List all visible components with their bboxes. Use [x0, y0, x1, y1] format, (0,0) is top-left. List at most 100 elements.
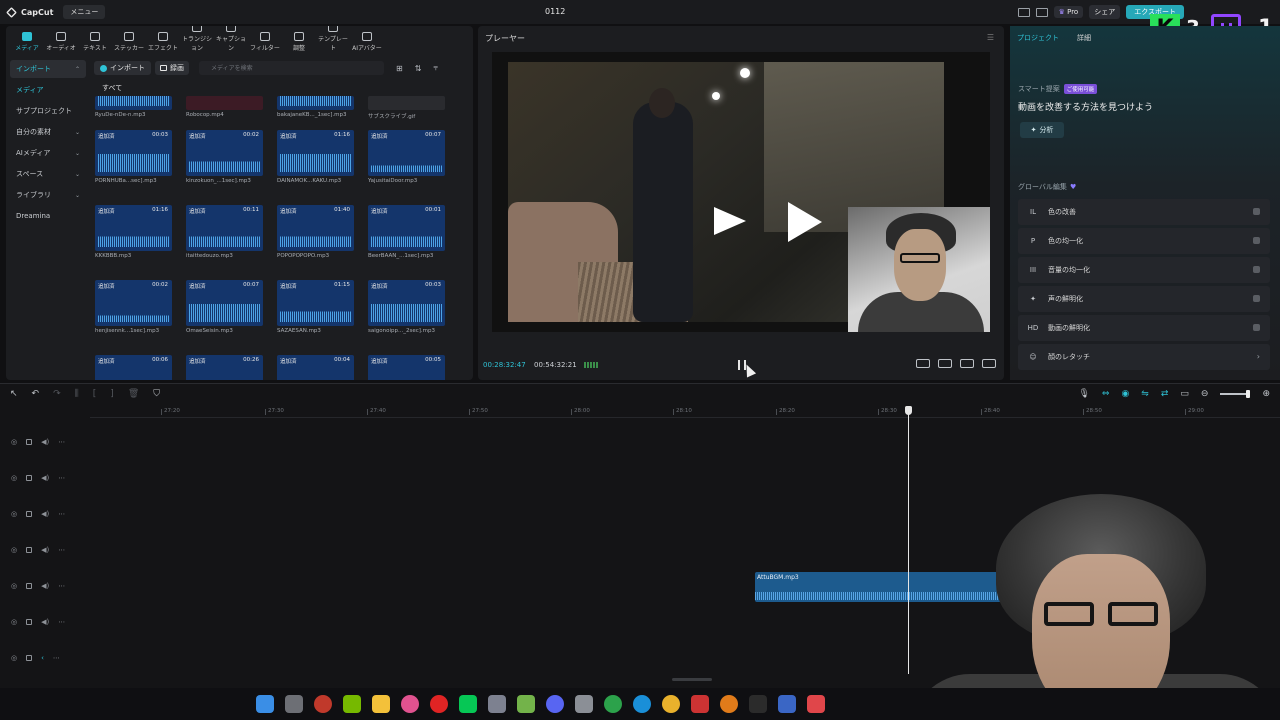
caption-icon[interactable]: ▭ [1180, 389, 1189, 399]
media-item[interactable]: RyuDe-nDe-n.mp3 [95, 96, 172, 118]
share-button[interactable]: シェア [1089, 5, 1121, 19]
tab-transition[interactable]: トランジション [180, 26, 214, 52]
sort-icon[interactable]: ⇅ [415, 64, 422, 73]
playhead[interactable] [905, 406, 912, 674]
eye-icon[interactable]: ◎ [11, 510, 17, 518]
lock-icon[interactable] [26, 583, 33, 589]
tab-text[interactable]: テキスト [78, 32, 112, 52]
lock-icon[interactable] [26, 619, 33, 625]
tab-audio[interactable]: オーディオ [44, 32, 78, 52]
app-icon[interactable] [488, 695, 506, 713]
media-item[interactable]: 追加済 00:06 [95, 355, 172, 380]
window-icon[interactable] [1035, 7, 1048, 17]
eye-icon[interactable]: ◎ [11, 654, 17, 662]
media-item[interactable]: 追加済 00:02 henjisennk...1sec].mp3 [95, 280, 172, 334]
media-item[interactable]: 追加済 00:07 YajusitaiDoor.mp3 [368, 130, 445, 184]
more-icon[interactable]: ⋯ [58, 474, 65, 482]
preview-axis-icon[interactable]: ⇄ [1161, 389, 1169, 399]
undo-icon[interactable]: ↶ [32, 389, 40, 399]
zoom-fit-icon[interactable] [938, 359, 952, 368]
option-toggle[interactable] [1253, 295, 1260, 302]
option-toggle[interactable] [1253, 208, 1260, 215]
speaker-icon[interactable]: ◀) [41, 474, 49, 482]
zoom-slider[interactable] [1220, 390, 1251, 398]
app-icon[interactable] [720, 695, 738, 713]
media-item[interactable]: 追加済 00:03 saigonoipp..._2sec].mp3 [368, 280, 445, 334]
option-face-retouch[interactable]: ☺ 顔のレタッチ › [1018, 344, 1270, 370]
media-item[interactable]: 追加済 01:15 SAZAESAN.mp3 [277, 280, 354, 334]
sidebar-item-ai-media[interactable]: AIメディア ⌄ [10, 144, 86, 162]
magnet-icon[interactable]: ◉ [1121, 389, 1129, 399]
media-item[interactable]: 追加済 00:05 [368, 355, 445, 380]
more-icon[interactable]: ⋯ [53, 654, 60, 662]
timeline-scrollbar[interactable] [672, 678, 712, 681]
more-icon[interactable]: ⋯ [58, 510, 65, 518]
app-icon[interactable] [575, 695, 593, 713]
speaker-icon[interactable]: ◀) [41, 582, 49, 590]
sidebar-item-library[interactable]: ライブラリ ⌄ [10, 186, 86, 204]
app-icon[interactable] [807, 695, 825, 713]
video-preview[interactable] [492, 52, 990, 332]
media-item[interactable]: 追加済 00:01 BeerBAAN_...1sec].mp3 [368, 205, 445, 259]
split-right-icon[interactable]: ] [110, 389, 114, 399]
speaker-icon[interactable]: ◀) [41, 618, 49, 626]
tab-details[interactable]: 詳細 [1077, 33, 1091, 43]
quality-icon[interactable] [916, 359, 930, 368]
sidebar-item-my-assets[interactable]: 自分の素材 ⌄ [10, 123, 86, 141]
more-icon[interactable]: ⋯ [58, 582, 65, 590]
task-view-icon[interactable] [285, 695, 303, 713]
media-search-input[interactable] [199, 61, 384, 75]
speaker-icon[interactable]: ◀) [41, 546, 49, 554]
speaker-icon[interactable]: ‹ [41, 654, 44, 662]
media-item[interactable]: サブスクライブ.gif [368, 96, 445, 120]
shield-icon[interactable]: ⛉ [153, 389, 160, 399]
sidebar-item-subproject[interactable]: サブプロジェクト [10, 102, 86, 120]
media-item[interactable]: Robocop.mp4 [186, 96, 263, 118]
option-toggle[interactable] [1253, 237, 1260, 244]
split-left-icon[interactable]: [ [93, 389, 97, 399]
option-color-match[interactable]: P 色の均一化 [1018, 228, 1270, 254]
option-video-enhance[interactable]: HD 動画の鮮明化 [1018, 315, 1270, 341]
tab-filter[interactable]: フィルター [248, 32, 282, 52]
lock-icon[interactable] [26, 547, 33, 553]
sidebar-item-space[interactable]: スペース ⌄ [10, 165, 86, 183]
tab-caption[interactable]: キャプション [214, 26, 248, 52]
media-item[interactable]: 追加済 01:40 POPOPOPOPO.mp3 [277, 205, 354, 259]
eye-icon[interactable]: ◎ [11, 546, 17, 554]
folder-icon[interactable] [372, 695, 390, 713]
microphone-icon[interactable]: 🎙 [1078, 389, 1089, 399]
line-icon[interactable] [459, 695, 477, 713]
tab-ai-avatar[interactable]: AIアバター [350, 32, 384, 52]
sidebar-item-import[interactable]: インポート ⌃ [10, 60, 86, 78]
delete-icon[interactable]: 🗑 [128, 389, 139, 399]
speaker-icon[interactable]: ◀) [41, 438, 49, 446]
chrome-icon[interactable] [662, 695, 680, 713]
sidebar-item-dreamina[interactable]: Dreamina [10, 207, 86, 225]
app-icon[interactable] [778, 695, 796, 713]
media-item[interactable]: 追加済 01:16 DAINAMOK...KAKU.mp3 [277, 130, 354, 184]
tab-effect[interactable]: エフェクト [146, 32, 180, 52]
redo-icon[interactable]: ↷ [53, 389, 61, 399]
edge-icon[interactable] [633, 695, 651, 713]
app-icon[interactable] [517, 695, 535, 713]
lock-icon[interactable] [26, 439, 33, 445]
speaker-icon[interactable]: ◀) [41, 510, 49, 518]
menu-button[interactable]: メニュー [63, 5, 106, 19]
option-toggle[interactable] [1253, 324, 1260, 331]
filter-icon[interactable]: ⫧ [433, 63, 438, 73]
eye-icon[interactable]: ◎ [11, 582, 17, 590]
fullscreen-icon[interactable] [982, 359, 996, 368]
app-icon[interactable] [314, 695, 332, 713]
lock-icon[interactable] [26, 475, 33, 481]
media-item[interactable]: 追加済 00:03 PORNHUBa...sec].mp3 [95, 130, 172, 184]
more-icon[interactable]: ⋯ [58, 438, 65, 446]
option-volume-normalize[interactable]: III 音量の均一化 [1018, 257, 1270, 283]
media-item[interactable]: 追加済 00:07 OmaeSeisin.mp3 [186, 280, 263, 334]
sidebar-item-media[interactable]: メディア [10, 81, 86, 99]
record-button[interactable]: 録画 [155, 61, 189, 75]
app-icon[interactable] [401, 695, 419, 713]
aspect-ratio-icon[interactable] [960, 359, 974, 368]
eye-icon[interactable]: ◎ [11, 438, 17, 446]
option-voice-enhance[interactable]: ✦ 声の鮮明化 [1018, 286, 1270, 312]
zoom-fit-icon[interactable]: ⊕ [1262, 389, 1270, 399]
